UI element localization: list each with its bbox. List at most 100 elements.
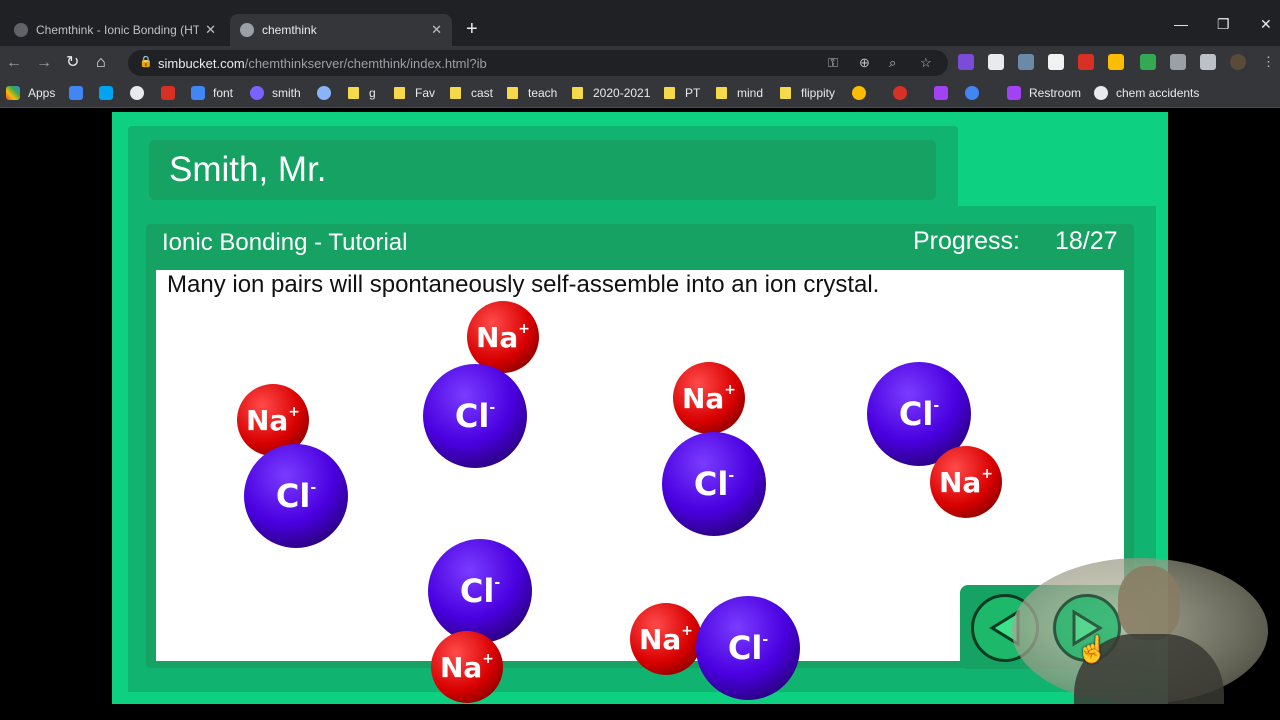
bookmark-smith[interactable]: smith	[250, 86, 301, 100]
presenter-face	[1118, 566, 1180, 640]
browser-tab-active[interactable]: chemthink ✕	[230, 14, 452, 46]
bookmark-folder-teach[interactable]: teach	[507, 86, 557, 100]
sodium-ion: Na +	[930, 446, 1002, 518]
folder-icon	[716, 87, 727, 99]
search-icon[interactable]: ⌕	[889, 55, 896, 71]
tab-title: Chemthink - Ionic Bonding (HTM	[36, 23, 200, 37]
avatar[interactable]	[1230, 54, 1246, 70]
bookmark-label: Restroom	[1029, 86, 1082, 100]
ion-charge: +	[518, 321, 531, 337]
bookmark-label: PT	[685, 86, 701, 100]
favicon-icon	[14, 23, 28, 37]
bookmark-folder-cast[interactable]: cast	[450, 86, 493, 100]
bookmark-cm[interactable]	[934, 86, 956, 100]
bookmark-font[interactable]: font	[191, 86, 233, 100]
bookmark-label: smith	[272, 86, 301, 100]
minimize-icon[interactable]: —	[1174, 16, 1188, 32]
extension-icon[interactable]	[1048, 54, 1064, 70]
ion-symbol: Na	[681, 381, 725, 415]
bookmark-globe[interactable]	[130, 86, 152, 100]
folder-icon	[572, 87, 583, 99]
bookmark-folder-fav[interactable]: Fav	[394, 86, 435, 100]
extension-icon[interactable]	[988, 54, 1004, 70]
back-icon[interactable]: ←	[6, 54, 22, 72]
extension-icon[interactable]	[1078, 54, 1094, 70]
restore-icon[interactable]: ❐	[1217, 16, 1230, 33]
extension-icon[interactable]	[958, 54, 974, 70]
bookmark-folder-flippity[interactable]: flippity	[780, 86, 835, 100]
progress-value: 18/27	[1055, 227, 1118, 255]
bookmark-folder-pt[interactable]: PT	[664, 86, 700, 100]
ion-symbol: Na	[245, 403, 289, 437]
instruction-text: Many ion pairs will spontaneously self-a…	[167, 271, 880, 298]
zoom-in-icon[interactable]: ⊕	[859, 55, 870, 71]
ion-charge: +	[681, 623, 694, 639]
chloride-ion: Cl -	[244, 444, 348, 548]
ion-symbol: Cl	[693, 465, 729, 503]
progress-label: Progress:	[913, 227, 1020, 255]
new-tab-icon[interactable]: +	[466, 17, 478, 41]
close-window-icon[interactable]: ✕	[1260, 16, 1272, 33]
url-path: /chemthinkserver/chemthink/index.html?ib	[244, 56, 487, 71]
ion-charge: +	[482, 651, 495, 667]
chloride-ion: Cl -	[662, 432, 766, 536]
bing-icon	[99, 86, 113, 100]
ion-symbol: Na	[938, 465, 982, 499]
menu-dots-icon[interactable]: ⋮	[1262, 54, 1278, 70]
url-text[interactable]: simbucket.com/chemthinkserver/chemthink/…	[158, 56, 487, 71]
bookmark-label: teach	[528, 86, 558, 100]
ion-charge: -	[310, 480, 317, 496]
circle-icon	[317, 86, 331, 100]
bookmark-calendar[interactable]	[69, 86, 91, 100]
bookmark-chem-accidents[interactable]: chem accidents	[1094, 86, 1199, 100]
folder-icon	[507, 87, 518, 99]
key-icon[interactable]: ⚿	[828, 55, 838, 71]
star-icon[interactable]: ☆	[920, 55, 932, 71]
bookmark-folder-mind[interactable]: mind	[716, 86, 763, 100]
bookmark-circle[interactable]	[317, 86, 339, 100]
ion-symbol: Cl	[727, 629, 763, 667]
globe-icon	[1094, 86, 1108, 100]
apps-grid-icon	[6, 86, 20, 100]
close-tab-icon[interactable]: ✕	[431, 22, 442, 38]
reload-icon[interactable]: ↻	[66, 54, 79, 72]
ion-charge: -	[762, 632, 769, 648]
gear-favicon-icon	[240, 23, 254, 37]
extension-icon[interactable]	[1170, 54, 1186, 70]
hand-cursor-icon: ☝	[1076, 634, 1109, 664]
extension-icon[interactable]	[1140, 54, 1156, 70]
home-icon[interactable]: ⌂	[96, 54, 106, 72]
ion-charge: +	[981, 466, 994, 482]
folder-icon	[780, 87, 791, 99]
bookmark-folder-g[interactable]: g	[348, 86, 376, 100]
close-tab-icon[interactable]: ✕	[205, 22, 216, 38]
puzzle-icon[interactable]	[1200, 54, 1216, 70]
bookmark-hand[interactable]	[852, 86, 874, 100]
extension-icon[interactable]	[1108, 54, 1124, 70]
bookmark-blue[interactable]	[965, 86, 987, 100]
lock-icon[interactable]: 🔒	[139, 55, 153, 68]
chloride-ion: Cl -	[423, 364, 527, 468]
forward-icon[interactable]: →	[36, 54, 52, 72]
bookmark-apps[interactable]: Apps	[6, 86, 55, 100]
browser-tab[interactable]: Chemthink - Ionic Bonding (HTM ✕	[4, 14, 226, 46]
zoom-icon	[250, 86, 264, 100]
folder-icon	[394, 87, 405, 99]
bookmark-label: 2020-2021	[593, 86, 651, 100]
ion-symbol: Na	[475, 320, 519, 354]
folder-icon	[450, 87, 461, 99]
bookmark-label: mind	[737, 86, 764, 100]
bookmark-red[interactable]	[161, 86, 183, 100]
ion-symbol: Cl	[275, 477, 311, 515]
folder-icon	[348, 87, 359, 99]
bookmark-pokeball[interactable]	[893, 86, 915, 100]
user-name: Smith, Mr.	[169, 150, 327, 189]
bookmark-bing[interactable]	[99, 86, 121, 100]
ion-symbol: Cl	[454, 397, 490, 435]
calendar-icon	[69, 86, 83, 100]
ion-charge: +	[288, 404, 301, 420]
bookmark-folder-2020[interactable]: 2020-2021	[572, 86, 650, 100]
globe-icon	[130, 86, 144, 100]
extension-icon[interactable]	[1018, 54, 1034, 70]
bookmark-restroom[interactable]: Restroom	[1007, 86, 1081, 100]
